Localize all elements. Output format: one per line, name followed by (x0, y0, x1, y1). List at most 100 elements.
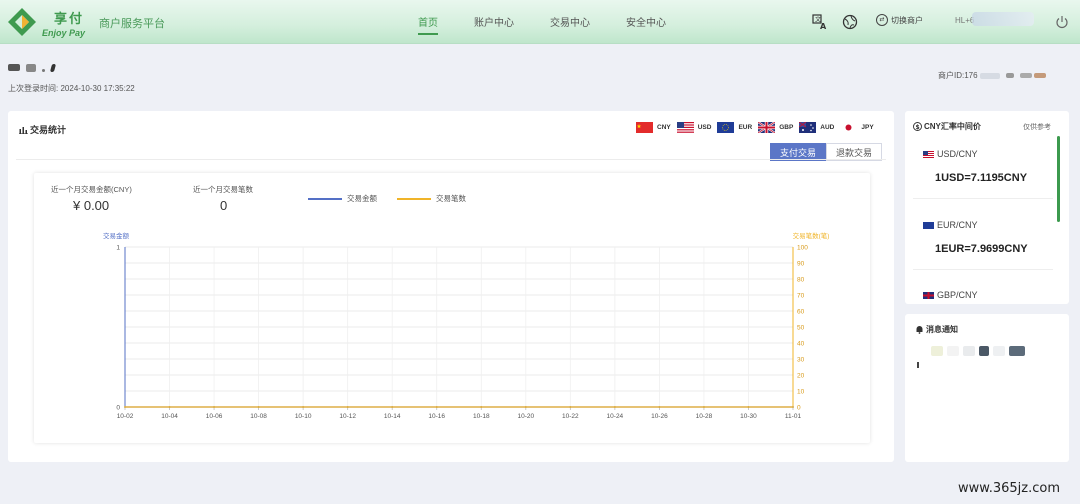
series-point (480, 406, 483, 408)
x-tick-label: 10-02 (117, 413, 134, 420)
y2-tick-label: 80 (797, 277, 805, 284)
series-point (168, 406, 171, 408)
nav-home[interactable]: 首页 (418, 14, 438, 35)
series-point (391, 406, 394, 408)
nav-trade-center[interactable]: 交易中心 (550, 14, 590, 35)
series-point (213, 406, 215, 408)
rate-item-gbp: GBP/CNY (913, 282, 1053, 304)
us-flag-icon (923, 150, 934, 158)
y2-tick-label: 90 (797, 261, 805, 268)
y2-tick-label: 70 (797, 293, 805, 300)
y2-tick-label: 60 (797, 309, 805, 316)
watermark: www.365jz.com (958, 481, 1060, 496)
y2-tick-label: 50 (797, 325, 805, 332)
redacted-block (49, 63, 57, 72)
y2-tick-label: 100 (797, 245, 808, 252)
last-login-label: 上次登录时间: (8, 84, 59, 93)
currency-label: JPY (861, 124, 874, 131)
redacted-block (979, 346, 989, 356)
currency-selector: CNY USD EUR GBP AUD JPY (636, 122, 880, 133)
x-tick-label: 10-30 (740, 413, 757, 420)
y2-tick-label: 0 (797, 405, 801, 412)
switch-icon: ⇄ (876, 14, 888, 26)
logout-power-icon[interactable] (1055, 15, 1069, 29)
series-point (346, 406, 349, 408)
redacted-block (26, 63, 36, 72)
rate-title-text: CNY汇率中间价 (924, 122, 981, 131)
series-point (124, 406, 126, 408)
notice-card: 消息通知 (905, 314, 1069, 462)
currency-cny[interactable]: CNY (636, 122, 671, 133)
eu-flag-icon (923, 221, 934, 229)
eu-flag-icon (717, 122, 735, 133)
australia-flag-icon (799, 122, 817, 133)
top-bar: 享付 Enjoy Pay 商户服务平台 首页 账户中心 交易中心 安全中心 文 … (0, 0, 1080, 44)
x-tick-label: 10-10 (295, 413, 312, 420)
redacted-block (1033, 73, 1046, 78)
china-flag-icon (636, 122, 653, 133)
rate-value: 1EUR=7.9699CNY (935, 243, 1028, 255)
rate-scrollbar[interactable] (1057, 136, 1060, 222)
x-tick-label: 10-12 (339, 413, 356, 420)
currency-label: EUR (738, 124, 753, 131)
currency-jpy[interactable]: JPY (840, 122, 874, 133)
series-point (257, 406, 260, 408)
main-nav: 首页 账户中心 交易中心 安全中心 (418, 14, 702, 35)
nav-account-center[interactable]: 账户中心 (474, 14, 514, 35)
merchant-id: 商户ID: 176 (938, 70, 1046, 81)
rate-pair-label: USD/CNY (937, 149, 978, 159)
rate-pair-label: EUR/CNY (937, 220, 978, 230)
svg-text:$: $ (916, 124, 920, 131)
switch-merchant-button[interactable]: ⇄ 切换商户 (876, 14, 923, 26)
x-tick-label: 10-04 (161, 413, 178, 420)
y-tick-label: 1 (116, 245, 120, 252)
trade-line-chart: 01010203040506070809010010-02 10-04 10-06 1… (103, 231, 830, 420)
y2-tick-label: 40 (797, 341, 805, 348)
rate-item-usd: USD/CNY 1USD=7.1195CNY (913, 141, 1053, 199)
series-point (703, 406, 705, 408)
notice-title-text: 消息通知 (926, 325, 958, 334)
x-tick-label: 10-16 (428, 413, 445, 420)
x-tick-label: 11-01 (785, 413, 802, 420)
japan-flag-icon (840, 122, 858, 133)
notice-title: 消息通知 (915, 324, 958, 335)
nav-security-center[interactable]: 安全中心 (626, 14, 666, 35)
x-tick-label: 10-20 (517, 413, 534, 420)
rate-pair: USD/CNY (923, 149, 978, 159)
x-tick-label: 10-28 (696, 413, 713, 420)
currency-usd[interactable]: USD (676, 122, 711, 133)
series-point (747, 406, 750, 408)
redacted-block (1019, 73, 1032, 78)
x-tick-label: 10-14 (384, 413, 401, 420)
notice-item-redacted[interactable] (931, 346, 1025, 356)
redacted-block (931, 346, 943, 356)
y2-axis-title: 交易笔数(笔) (793, 231, 830, 240)
switch-merchant-label: 切换商户 (891, 15, 923, 25)
series-point (792, 406, 794, 408)
currency-aud[interactable]: AUD (799, 122, 834, 133)
rate-title: $ CNY汇率中间价 (913, 121, 981, 132)
currency-gbp[interactable]: GBP (758, 122, 793, 133)
rate-item-eur: EUR/CNY 1EUR=7.9699CNY (913, 212, 1053, 270)
trade-stats-title: 交易统计 (19, 123, 66, 136)
rate-pair: GBP/CNY (923, 290, 978, 300)
redacted-block (42, 69, 45, 72)
redacted-block (993, 346, 1005, 356)
y2-tick-label: 10 (797, 389, 805, 396)
currency-label: GBP (779, 124, 794, 131)
rate-pair-label: GBP/CNY (937, 290, 978, 300)
x-tick-label: 10-06 (206, 413, 223, 420)
y-tick-label: 0 (116, 405, 120, 412)
notice-mark (917, 362, 919, 368)
language-globe-icon[interactable] (842, 14, 858, 30)
rate-pair: EUR/CNY (923, 220, 978, 230)
platform-title: 商户服务平台 (99, 18, 165, 30)
user-name-redacted (972, 12, 1034, 26)
enjoypay-logo-icon (8, 8, 36, 36)
currency-eur[interactable]: EUR (717, 122, 752, 133)
redacted-block (947, 346, 959, 356)
redacted-block (963, 346, 975, 356)
translate-icon[interactable]: 文 A (812, 14, 828, 30)
y2-tick-label: 30 (797, 357, 805, 364)
uk-flag-icon (758, 122, 776, 133)
